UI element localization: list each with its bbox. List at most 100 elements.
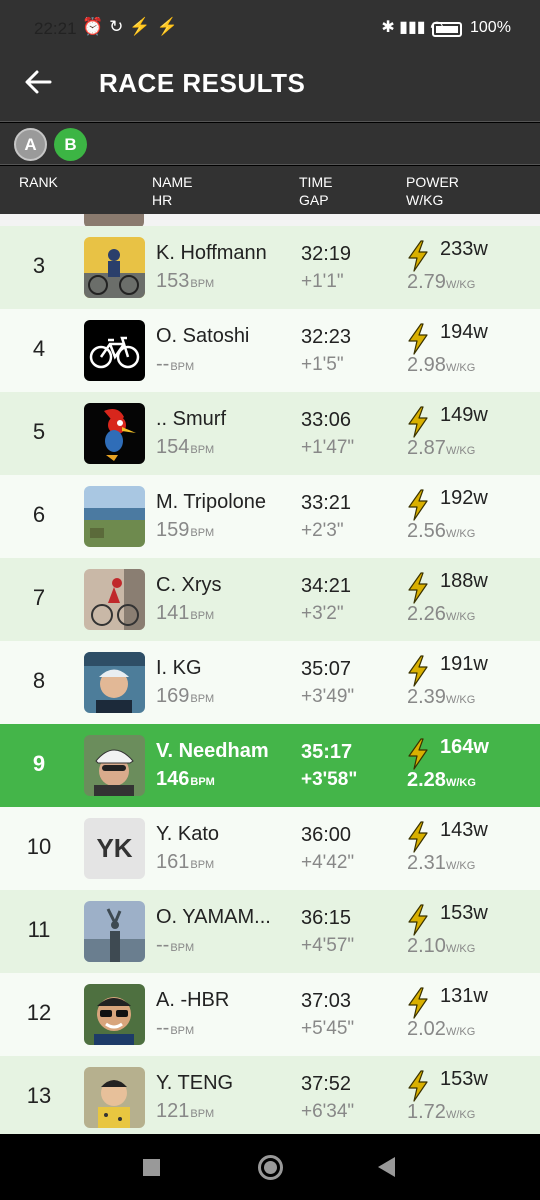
category-filter-bar: A B	[0, 123, 540, 165]
power-watts: 188w	[440, 570, 488, 592]
hr-header: HR	[152, 192, 173, 208]
avatar[interactable]	[84, 486, 145, 547]
avatar[interactable]	[84, 652, 145, 713]
result-row-current-user[interactable]: 9 V. Needham 146BPM 35:17 +3'58" 164w 2.…	[0, 724, 540, 807]
rider-name[interactable]: Y. TENG	[156, 1072, 291, 1095]
watts-per-kg: 2.56W/KG	[407, 520, 475, 543]
rider-name[interactable]: .. Smurf	[156, 408, 291, 431]
avatar-initials[interactable]: YK	[84, 818, 145, 879]
back-arrow-icon[interactable]	[24, 64, 56, 100]
rank: 12	[26, 1000, 52, 1025]
power-watts: 164w	[440, 736, 489, 758]
heart-rate: 146BPM	[156, 768, 215, 791]
heart-rate: 141BPM	[156, 602, 214, 625]
category-b-button[interactable]: B	[54, 128, 87, 161]
power-watts: 194w	[440, 321, 488, 343]
power-watts: 153w	[440, 1068, 488, 1090]
wkg-unit: W/KG	[445, 943, 476, 955]
wkg-value: 2.39	[407, 686, 446, 708]
finish-time: 33:06	[301, 409, 352, 431]
time-gap: +3'58"	[301, 769, 358, 790]
wkg-unit: W/KG	[445, 528, 476, 540]
wkg-value: 1.72	[407, 1101, 446, 1123]
power-watts: 191w	[440, 653, 488, 675]
recents-button[interactable]	[143, 1159, 160, 1176]
avatar[interactable]	[84, 237, 145, 298]
rider-name[interactable]: K. Hoffmann	[156, 242, 291, 265]
result-row[interactable]: 10 YK Y. Kato 161BPM 36:00 +4'42" 143w 2…	[0, 807, 540, 890]
watts-per-kg: 2.02W/KG	[407, 1018, 475, 1041]
avatar[interactable]	[84, 569, 145, 630]
heart-rate-value: --	[156, 353, 170, 375]
rider-name[interactable]: V. Needham	[156, 740, 291, 763]
rider-name[interactable]: M. Tripolone	[156, 491, 291, 514]
rider-name[interactable]: O. Satoshi	[156, 325, 291, 348]
rider-name[interactable]: C. Xrys	[156, 574, 291, 597]
avatar[interactable]	[84, 1067, 145, 1128]
rider-name[interactable]: I. KG	[156, 657, 291, 680]
avatar[interactable]	[84, 735, 145, 796]
power-watts: 149w	[440, 404, 488, 426]
rank-header: RANK	[19, 174, 58, 190]
result-row[interactable]: 4 O. Satoshi --BPM 32:23 +1'5" 194w 2.98…	[0, 309, 540, 392]
watts-per-kg: 2.31W/KG	[407, 852, 475, 875]
avatar[interactable]	[84, 320, 145, 381]
heart-rate-value: 154	[156, 436, 190, 458]
app-bar: RACE RESULTS	[0, 46, 540, 122]
rider-name[interactable]: A. -HBR	[156, 989, 291, 1012]
bpm-unit: BPM	[190, 610, 215, 622]
wkg-value: 2.56	[407, 520, 446, 542]
category-a-button[interactable]: A	[14, 128, 47, 161]
rider-name[interactable]: O. YAMAM...	[156, 906, 291, 929]
result-row[interactable]: 13 Y. TENG 121BPM 37:52 +6'34" 153w 1.72…	[0, 1056, 540, 1134]
result-row[interactable]: 8 I. KG 169BPM 35:07 +3'49" 191w 2.39W/K…	[0, 641, 540, 724]
result-row[interactable]: 12 A. -HBR --BPM 37:03 +5'45" 131w 2.02W…	[0, 973, 540, 1056]
result-row[interactable]: 6 M. Tripolone 159BPM 33:21 +2'3" 192w 2…	[0, 475, 540, 558]
heart-rate-value: 169	[156, 685, 190, 707]
rank: 11	[27, 917, 51, 942]
result-row[interactable]: 3 K. Hoffmann 153BPM 32:19 +1'1" 233w 2.…	[0, 226, 540, 309]
lightning-bolt-icon	[408, 406, 428, 438]
rank: 8	[32, 668, 46, 693]
watts-per-kg: 2.26W/KG	[407, 603, 475, 626]
status-time: 22:21	[34, 19, 77, 38]
heart-rate: --BPM	[156, 1017, 194, 1040]
bpm-unit: BPM	[190, 278, 215, 290]
time-gap: +3'2"	[301, 603, 344, 624]
rank: 3	[32, 253, 46, 278]
time-gap: +4'42"	[301, 852, 355, 873]
home-button[interactable]	[258, 1155, 283, 1180]
gap-header: GAP	[299, 192, 329, 208]
lightning-bolt-icon	[408, 987, 428, 1019]
avatar[interactable]	[84, 403, 145, 464]
time-gap: +3'49"	[301, 686, 355, 707]
rank: 4	[32, 336, 46, 361]
previous-row-peek	[0, 214, 540, 228]
lightning-bolt-icon	[408, 489, 428, 521]
avatar[interactable]	[84, 901, 145, 962]
bpm-unit: BPM	[190, 444, 215, 456]
system-back-button[interactable]	[378, 1157, 395, 1177]
wkg-value: 2.26	[407, 603, 446, 625]
bpm-unit: BPM	[190, 527, 215, 539]
result-row[interactable]: 7 C. Xrys 141BPM 34:21 +3'2" 188w 2.26W/…	[0, 558, 540, 641]
bpm-unit: BPM	[170, 361, 195, 373]
result-row[interactable]: 5 .. Smurf 154BPM 33:06 +1'47" 149w 2.87…	[0, 392, 540, 475]
wkg-value: 2.87	[407, 437, 446, 459]
page-title: RACE RESULTS	[99, 68, 306, 98]
heart-rate-value: --	[156, 934, 170, 956]
wkg-unit: W/KG	[445, 777, 476, 789]
heart-rate: --BPM	[156, 353, 194, 376]
watts-per-kg: 2.79W/KG	[407, 271, 475, 294]
rider-name[interactable]: Y. Kato	[156, 823, 291, 846]
status-notification-icons: ⏰↻⚡⚡	[82, 17, 184, 36]
result-row[interactable]: 11 O. YAMAM... --BPM 36:15 +4'57" 153w 2…	[0, 890, 540, 973]
results-list[interactable]: 3 K. Hoffmann 153BPM 32:19 +1'1" 233w 2.…	[0, 214, 540, 1134]
time-gap: +1'47"	[301, 437, 355, 458]
time-gap-header: TIME GAP	[299, 173, 332, 209]
heart-rate: 169BPM	[156, 685, 214, 708]
wkg-value: 2.02	[407, 1018, 446, 1040]
lightning-bolt-icon	[408, 240, 428, 272]
wkg-unit: W/KG	[445, 279, 476, 291]
avatar[interactable]	[84, 984, 145, 1045]
